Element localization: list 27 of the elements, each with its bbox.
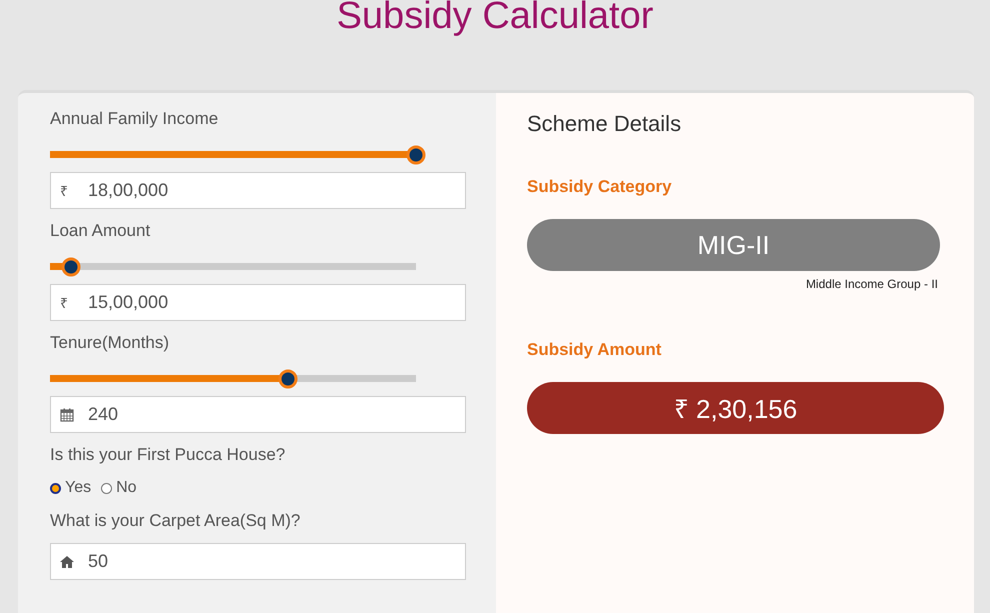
calendar-icon — [60, 408, 74, 422]
category-note: Middle Income Group - II — [806, 277, 938, 291]
field-label: Tenure(Months) — [50, 333, 170, 353]
input-field[interactable]: 240 — [50, 396, 466, 433]
input-field[interactable]: ₹ 15,00,000 — [50, 284, 466, 321]
currency-symbol: ₹ — [60, 294, 69, 312]
input-field[interactable]: ₹ 18,00,000 — [50, 172, 466, 209]
field-label: Annual Family Income — [50, 109, 220, 129]
slider-thumb[interactable] — [406, 145, 426, 164]
category-label: Subsidy Category — [527, 177, 673, 197]
input-field[interactable]: 50 — [50, 543, 466, 580]
radio-icon[interactable] — [50, 482, 61, 494]
field-label: Loan Amount — [50, 221, 152, 241]
amount-label: Subsidy Amount — [527, 340, 662, 360]
page-title: Subsidy Calculator — [336, 0, 654, 38]
radio-option[interactable]: Yes — [50, 479, 92, 497]
radio-option[interactable]: No — [101, 479, 137, 497]
category-pill: MIG-II — [527, 219, 940, 271]
question-label: What is your Carpet Area(Sq M)? — [50, 511, 302, 531]
section-heading: Scheme Details — [527, 111, 682, 137]
question-label: Is this your First Pucca House? — [50, 445, 286, 465]
slider-thumb[interactable] — [278, 369, 298, 388]
home-icon — [60, 556, 74, 568]
currency-symbol: ₹ — [60, 182, 69, 200]
amount-pill: ₹ 2,30,156 — [527, 382, 944, 434]
slider-thumb[interactable] — [61, 257, 80, 276]
radio-icon[interactable] — [101, 482, 112, 494]
